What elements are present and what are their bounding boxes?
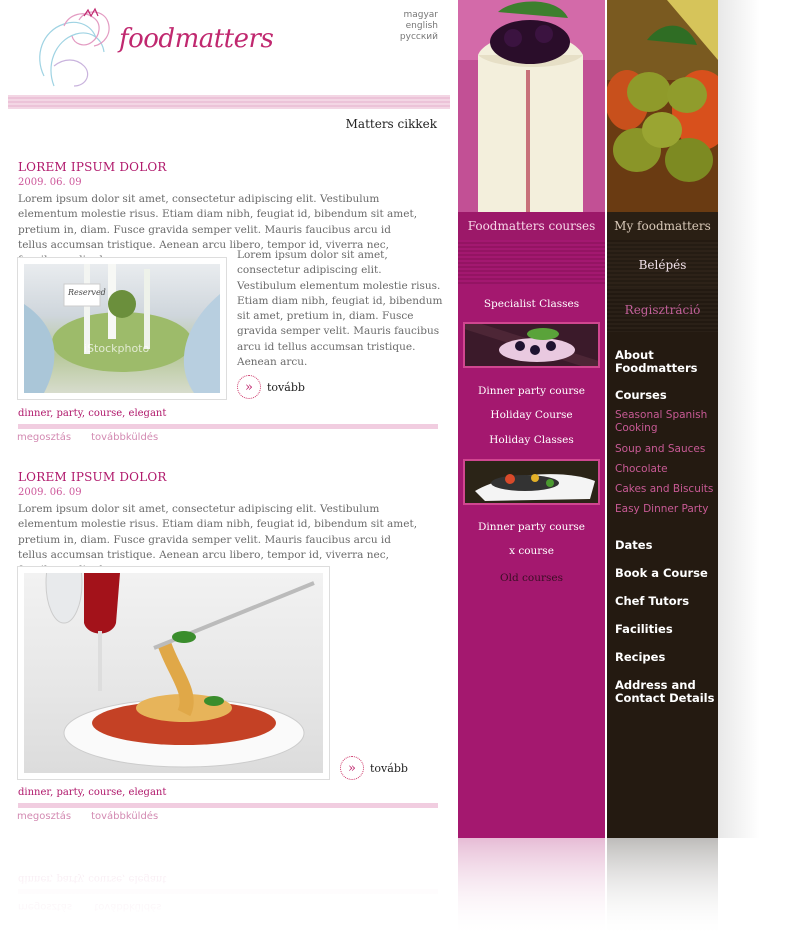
forward-link[interactable]: továbbküldés [91,811,158,822]
article-actions: megosztás továbbküldés [17,432,158,443]
nav-sub-soup-sauces[interactable]: Soup and Sauces [615,443,705,456]
place-card: Reserved [68,288,106,297]
image-watermark: iStockphoto [84,342,150,355]
nav-sub-chocolate[interactable]: Chocolate [615,463,668,476]
nav-about[interactable]: About Foodmatters [615,349,715,375]
nav-dates[interactable]: Dates [615,539,652,552]
article-date: 2009. 06. 09 [18,487,82,498]
course-dinner-party[interactable]: Dinner party course [458,385,605,397]
nav-recipes[interactable]: Recipes [615,651,665,664]
lang-english[interactable]: english [400,21,438,32]
nav-facilities[interactable]: Facilities [615,623,673,636]
course-holiday-classes[interactable]: Holiday Classes [458,434,605,446]
nav-sub-seasonal-spanish[interactable]: Seasonal Spanish Cooking [615,409,715,435]
courses-column: Foodmatters courses Specialist Classes D… [458,0,605,838]
course-dinner-party-2[interactable]: Dinner party course [458,521,605,533]
logo[interactable]: foodmatters [24,6,274,92]
article-tags[interactable]: dinner, party, course, elegant [18,408,166,419]
course-old-courses[interactable]: Old courses [458,572,605,584]
article-side-text: Lorem ipsum dolor sit amet, consectetur … [237,249,443,369]
nav-address-contact[interactable]: Address and Contact Details [615,679,715,705]
forward-link[interactable]: továbbküldés [91,432,158,443]
article-image[interactable]: Reserved iStockphoto [17,257,227,400]
nav-book-course[interactable]: Book a Course [615,567,708,580]
header-divider [8,95,450,109]
share-link[interactable]: megosztás [17,432,71,443]
more-label: tovább [370,761,408,775]
article-date: 2009. 06. 09 [18,177,82,188]
language-switcher: magyar english русский [400,10,438,43]
tags-divider [18,424,438,429]
article-image[interactable] [17,566,330,780]
more-link[interactable]: » tovább [237,375,305,399]
course-specialist-classes[interactable]: Specialist Classes [458,298,605,310]
logo-wordmark: foodmatters [119,24,274,54]
more-arrow-icon: » [237,375,261,399]
myfm-header-image [607,0,718,212]
article-tags[interactable]: dinner, party, course, elegant [18,787,166,798]
tags-divider [18,803,438,808]
more-link[interactable]: » tovább [340,756,408,780]
nav-chef-tutors[interactable]: Chef Tutors [615,595,689,608]
article-title[interactable]: LOREM IPSUM DOLOR [18,160,167,174]
article-title[interactable]: LOREM IPSUM DOLOR [18,470,167,484]
register-button[interactable]: Regisztráció [607,287,718,332]
nav-sub-easy-dinner[interactable]: Easy Dinner Party [615,503,708,516]
more-arrow-icon: » [340,756,364,780]
courses-header-image [458,0,605,212]
course-x-course[interactable]: x course [458,545,605,557]
login-button[interactable]: Belépés [607,242,718,287]
page-shadow [718,0,788,838]
lang-hungarian[interactable]: magyar [400,10,438,21]
more-label: tovább [267,380,305,394]
course-thumb-image[interactable] [463,459,600,505]
article-actions: megosztás továbbküldés [17,811,158,822]
course-holiday-course[interactable]: Holiday Course [458,409,605,421]
nav-courses[interactable]: Courses [615,389,667,402]
main-content: foodmatters magyar english русский Matte… [8,0,450,838]
nav-sub-cakes-biscuits[interactable]: Cakes and Biscuits [615,483,713,496]
page-reflection: megosztás továbbküldés dinner, party, co… [0,838,800,945]
section-title: Matters cikkek [345,117,437,131]
myfm-header[interactable]: My foodmatters [607,212,718,240]
my-foodmatters-column: My foodmatters Belépés Regisztráció Abou… [607,0,718,838]
course-thumb-image[interactable] [463,322,600,368]
courses-header[interactable]: Foodmatters courses [458,212,605,240]
lang-russian[interactable]: русский [400,32,438,43]
share-link[interactable]: megosztás [17,811,71,822]
courses-stripes [458,240,605,285]
